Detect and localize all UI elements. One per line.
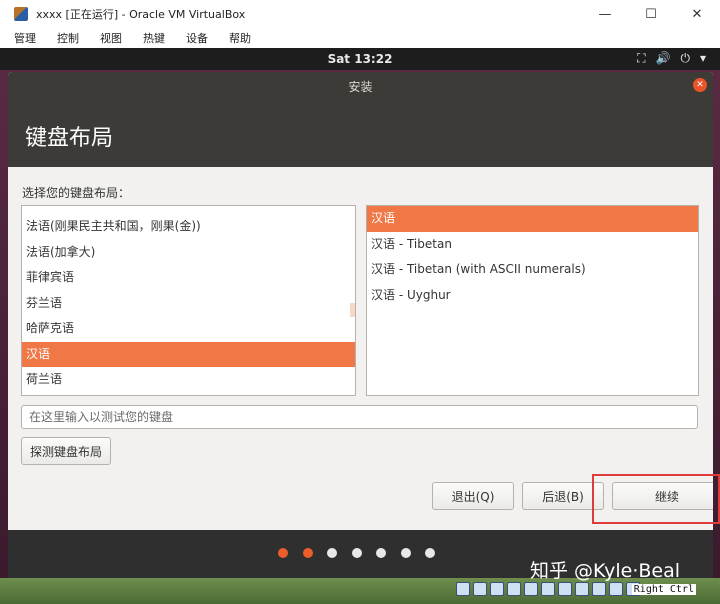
usb-icon[interactable] xyxy=(524,582,538,596)
progress-dots xyxy=(278,548,435,558)
chevron-down-icon: ▾ xyxy=(699,51,706,65)
progress-dot xyxy=(351,548,362,558)
layout-item[interactable]: 法语(加拿大) xyxy=(22,240,355,266)
hard-disk-icon[interactable] xyxy=(456,582,470,596)
layout-item[interactable]: 芬兰语 xyxy=(22,291,355,317)
keyboard-test-input[interactable] xyxy=(21,405,698,429)
host-key-label: Right Ctrl xyxy=(631,584,696,595)
network-icon: ⛶ xyxy=(637,51,646,65)
progress-dot xyxy=(376,548,386,558)
power-icon: ⏻ xyxy=(680,51,690,65)
maximize-button[interactable]: ☐ xyxy=(628,0,674,28)
optical-drive-icon[interactable] xyxy=(473,582,487,596)
host-titlebar: xxxx [正在运行] - Oracle VM VirtualBox — ☐ ✕ xyxy=(0,0,720,28)
virtualbox-icon xyxy=(14,7,28,21)
progress-dot-done xyxy=(302,548,313,558)
display-icon[interactable] xyxy=(558,582,572,596)
installer-title: 安装 xyxy=(348,80,373,94)
layout-item[interactable]: 法语(刚果民主共和国，刚果(金)) xyxy=(22,214,355,240)
variant-item[interactable]: 汉语 - Tibetan xyxy=(367,232,698,258)
volume-icon: 🔊 xyxy=(655,51,671,65)
menu-manage[interactable]: 管理 xyxy=(6,30,36,46)
host-menubar: 管理 控制 视图 热键 设备 帮助 xyxy=(0,28,720,48)
layout-item[interactable]: 菲律宾语 xyxy=(22,265,355,291)
list-item-partial xyxy=(22,206,355,214)
layout-prompt: 选择您的键盘布局： xyxy=(22,186,131,200)
variant-list[interactable]: 汉语 汉语 - Tibetan 汉语 - Tibetan (with ASCII… xyxy=(366,205,699,396)
quit-button[interactable]: 退出(Q) xyxy=(432,482,514,510)
status-device-icons xyxy=(456,582,640,596)
variant-item[interactable]: 汉语 - Uyghur xyxy=(367,283,698,309)
progress-dot xyxy=(400,548,411,558)
variant-item[interactable]: 汉语 - Tibetan (with ASCII numerals) xyxy=(367,257,698,283)
menu-control[interactable]: 控制 xyxy=(49,30,79,46)
cpu-icon[interactable] xyxy=(592,582,606,596)
page-title: 键盘布局 xyxy=(25,126,114,151)
layout-list[interactable]: 法语(刚果民主共和国，刚果(金)) 法语(加拿大) 菲律宾语 芬兰语 哈萨克语 … xyxy=(21,205,356,396)
mouse-integration-icon[interactable] xyxy=(609,582,623,596)
system-tray[interactable]: ⛶ 🔊 ⏻ ▾ xyxy=(637,51,706,66)
menu-view[interactable]: 视图 xyxy=(92,30,122,46)
virtualbox-window: xxxx [正在运行] - Oracle VM VirtualBox — ☐ ✕… xyxy=(0,0,720,604)
audio-icon[interactable] xyxy=(490,582,504,596)
progress-dot xyxy=(425,548,435,558)
layout-item[interactable]: 哈萨克语 xyxy=(22,316,355,342)
installer-header: 键盘布局 xyxy=(8,98,713,167)
recording-icon[interactable] xyxy=(575,582,589,596)
menu-hotkey[interactable]: 热键 xyxy=(135,30,165,46)
annotation-highlight-box xyxy=(592,474,720,524)
watermark: 知乎 @Kyle·Beal xyxy=(530,560,681,582)
close-button[interactable]: ✕ xyxy=(674,0,720,28)
layout-item-selected[interactable]: 汉语 xyxy=(22,341,355,367)
progress-dot-done xyxy=(278,548,288,558)
progress-dot xyxy=(327,548,337,558)
layout-item[interactable]: 荷兰语 xyxy=(22,367,355,393)
minimize-button[interactable]: — xyxy=(582,0,628,28)
detect-layout-button[interactable]: 探测键盘布局 xyxy=(21,437,111,465)
installer-close-button[interactable]: ✕ xyxy=(693,78,707,92)
host-window-title: xxxx [正在运行] - Oracle VM VirtualBox xyxy=(36,8,246,21)
clock[interactable]: Sat 13:22 xyxy=(0,52,720,66)
installer-titlebar: 安装 ✕ xyxy=(8,72,713,98)
ubuntu-top-bar: Sat 13:22 ⛶ 🔊 ⏻ ▾ xyxy=(0,48,720,70)
variant-item-selected[interactable]: 汉语 xyxy=(367,206,698,232)
menu-devices[interactable]: 设备 xyxy=(178,30,208,46)
network-adapter-icon[interactable] xyxy=(507,582,521,596)
shared-folder-icon[interactable] xyxy=(541,582,555,596)
menu-help[interactable]: 帮助 xyxy=(221,30,251,46)
scrollbar-thumb[interactable] xyxy=(350,303,355,317)
